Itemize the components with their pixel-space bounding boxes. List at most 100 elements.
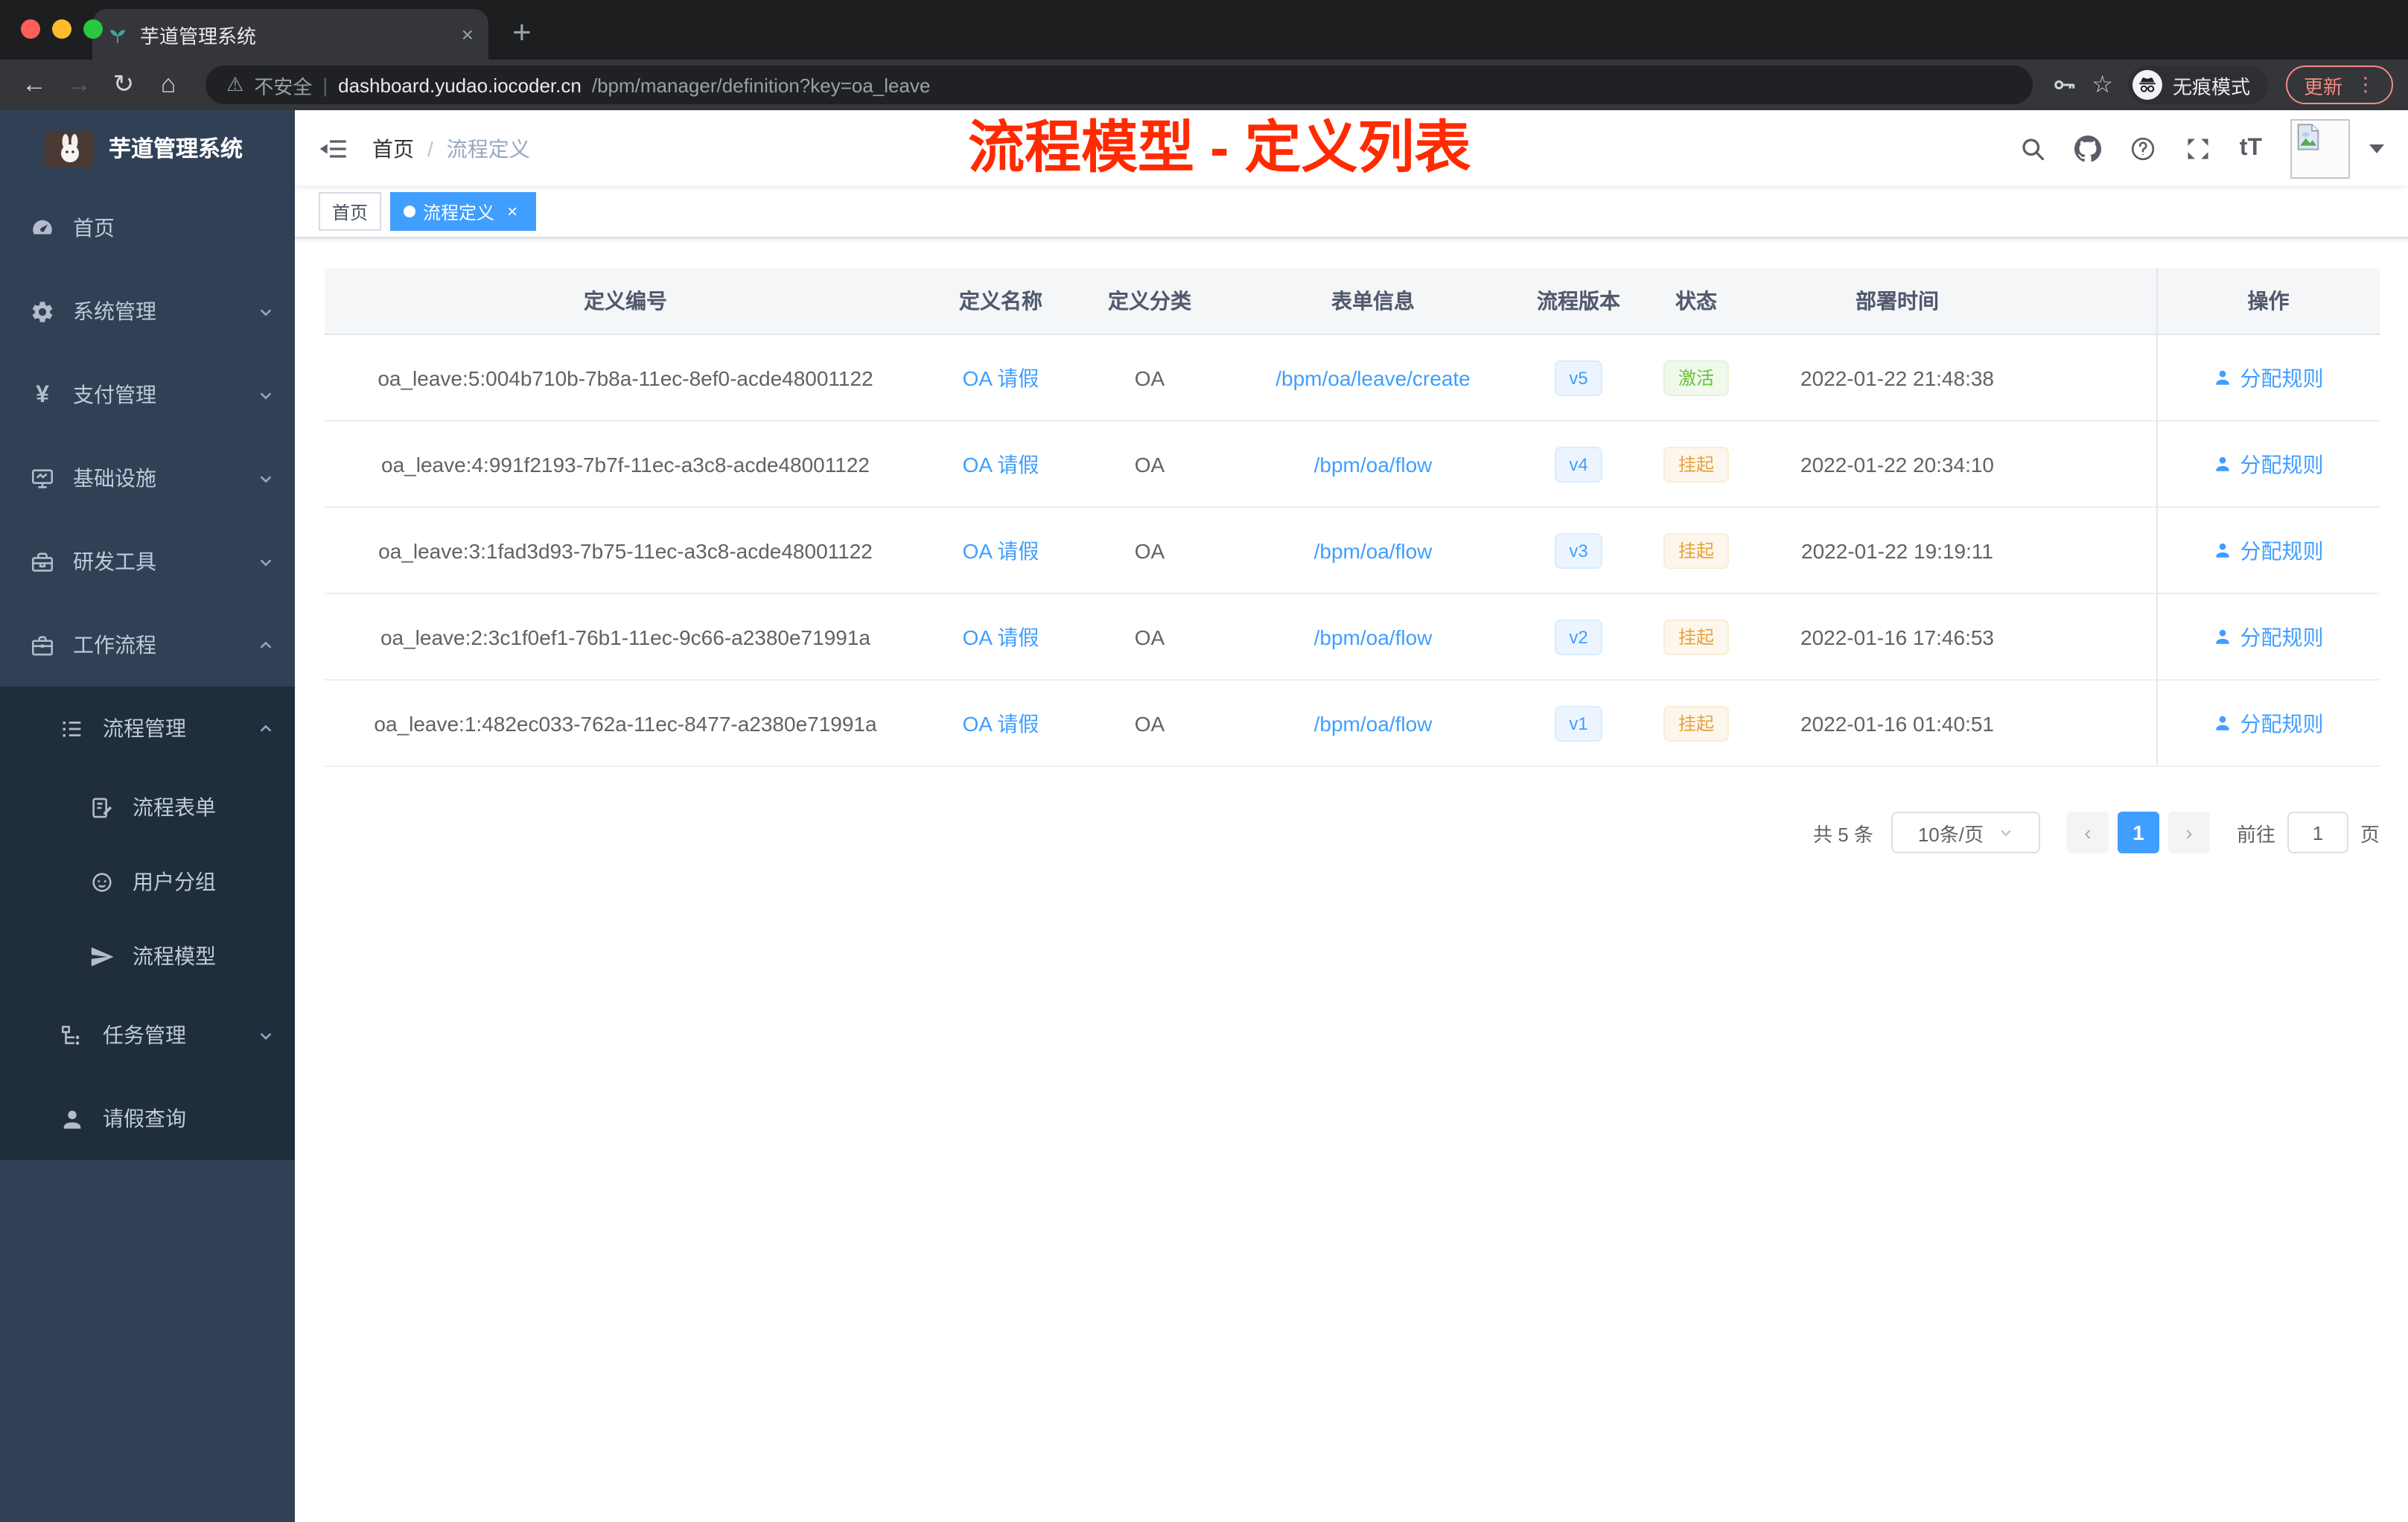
bookmark-star-icon[interactable]: ☆ — [2092, 70, 2113, 100]
monitor-icon — [30, 465, 55, 491]
form-link[interactable]: /bpm/oa/flow — [1314, 452, 1433, 476]
cell-deploy-time: 2022-01-22 19:19:11 — [1757, 507, 2037, 594]
new-tab-button[interactable]: + — [512, 16, 532, 49]
top-navbar: 首页 / 流程定义 流程模型 - 定义列表 tT — [295, 110, 2408, 186]
page-1-button[interactable]: 1 — [2117, 812, 2159, 853]
definition-name-link[interactable]: OA 请假 — [963, 538, 1039, 562]
sidebar-item-pay[interactable]: ¥ 支付管理 — [0, 353, 295, 436]
yen-icon: ¥ — [36, 382, 49, 407]
next-page-button[interactable]: › — [2167, 812, 2210, 853]
definition-name-link[interactable]: OA 请假 — [963, 366, 1039, 389]
col-header-category: 定义分类 — [1075, 268, 1224, 335]
fullscreen-icon[interactable] — [2185, 135, 2211, 162]
person-icon — [2216, 716, 2230, 730]
definition-name-link[interactable]: OA 请假 — [963, 711, 1039, 735]
sidebar-item-dev[interactable]: 研发工具 — [0, 520, 295, 603]
form-link[interactable]: /bpm/oa/flow — [1314, 538, 1433, 562]
cell-id: oa_leave:5:004b710b-7b8a-11ec-8ef0-acde4… — [325, 334, 926, 421]
password-key-icon[interactable] — [2050, 71, 2077, 98]
sidebar-item-process-form[interactable]: 流程表单 — [0, 770, 295, 844]
sidebar-item-home[interactable]: 首页 — [0, 186, 295, 270]
cell-category: OA — [1075, 593, 1224, 681]
breadcrumb-home[interactable]: 首页 — [372, 133, 414, 163]
table-header-row: 定义编号 定义名称 定义分类 表单信息 流程版本 状态 部署时间 操作 — [325, 268, 2380, 335]
sidebar-filler — [0, 1160, 295, 1522]
form-link[interactable]: /bpm/oa/flow — [1314, 625, 1433, 649]
definition-name-link[interactable]: OA 请假 — [963, 625, 1039, 649]
window-controls[interactable] — [21, 19, 103, 39]
help-icon[interactable] — [2130, 135, 2156, 162]
cell-category: OA — [1075, 680, 1224, 767]
goto-page: 前往 页 — [2237, 812, 2380, 853]
tag-close-icon[interactable]: × — [502, 201, 523, 222]
toolbox-icon — [30, 549, 55, 574]
back-icon[interactable]: ← — [15, 70, 54, 100]
page-size-select[interactable]: 10条/页 — [1891, 812, 2040, 853]
sidebar-item-infra[interactable]: 基础设施 — [0, 436, 295, 520]
status-badge: 激活 — [1663, 360, 1729, 395]
navbar-actions: tT — [2019, 118, 2384, 178]
tag-home[interactable]: 首页 — [319, 192, 382, 231]
browser-tab[interactable]: 芋道管理系统 × — [92, 9, 488, 60]
breadcrumb-separator: / — [427, 136, 433, 160]
sidebar-item-process-model[interactable]: 流程模型 — [0, 919, 295, 993]
pagination: 共 5 条 10条/页 ‹ 1 › 前往 页 — [325, 812, 2380, 853]
goto-page-input[interactable] — [2287, 812, 2348, 853]
assign-rule-link[interactable]: 分配规则 — [2214, 708, 2324, 738]
definition-name-link[interactable]: OA 请假 — [963, 452, 1039, 476]
font-size-icon[interactable]: tT — [2240, 135, 2262, 162]
maximize-window-button[interactable] — [83, 19, 103, 39]
forward-icon[interactable]: → — [60, 70, 98, 100]
cell-id: oa_leave:1:482ec033-762a-11ec-8477-a2380… — [325, 680, 926, 767]
document-edit-icon — [89, 795, 115, 820]
reload-icon[interactable]: ↻ — [104, 70, 143, 100]
status-badge: 挂起 — [1663, 532, 1729, 568]
sidebar-item-process-mgmt[interactable]: 流程管理 — [0, 687, 295, 770]
minimize-window-button[interactable] — [52, 19, 71, 39]
table-row: oa_leave:1:482ec033-762a-11ec-8477-a2380… — [325, 680, 2380, 767]
col-header-status: 状态 — [1635, 268, 1757, 335]
cell-id: oa_leave:3:1fad3d93-7b75-11ec-a3c8-acde4… — [325, 507, 926, 594]
robot-face-icon — [89, 869, 115, 894]
sidebar-item-user-group[interactable]: 用户分组 — [0, 844, 295, 919]
assign-rule-link[interactable]: 分配规则 — [2214, 449, 2324, 479]
url-host: dashboard.yudao.iocoder.cn — [338, 74, 582, 96]
dashboard-icon — [30, 215, 55, 241]
assign-rule-link[interactable]: 分配规则 — [2214, 535, 2324, 565]
close-window-button[interactable] — [21, 19, 40, 39]
github-icon[interactable] — [2074, 135, 2101, 162]
sidebar-item-system[interactable]: 系统管理 — [0, 270, 295, 353]
home-icon[interactable]: ⌂ — [149, 70, 188, 100]
assign-rule-link[interactable]: 分配规则 — [2214, 363, 2324, 392]
tab-close-icon[interactable]: × — [462, 22, 474, 46]
person-icon — [60, 1106, 85, 1131]
tag-label: 流程定义 — [423, 202, 495, 223]
avatar-dropdown-caret-icon[interactable] — [2369, 144, 2384, 153]
prev-page-button[interactable]: ‹ — [2066, 812, 2109, 853]
tag-current[interactable]: 流程定义 × — [390, 192, 537, 231]
sidebar-item-label: 用户分组 — [133, 870, 216, 894]
app-logo: 芋道管理系统 — [0, 110, 295, 186]
person-icon — [2216, 456, 2230, 471]
briefcase-icon — [30, 632, 55, 657]
tab-title: 芋道管理系统 — [140, 25, 257, 47]
address-bar[interactable]: ⚠ 不安全 | dashboard.yudao.iocoder.cn/bpm/m… — [206, 66, 2033, 104]
security-warning-icon[interactable]: ⚠ — [226, 73, 243, 97]
user-avatar-broken-image[interactable] — [2290, 118, 2350, 178]
page-size-value: 10条/页 — [1917, 823, 1984, 845]
cell-deploy-time: 2022-01-22 21:48:38 — [1757, 334, 2037, 421]
sidebar-item-workflow[interactable]: 工作流程 — [0, 603, 295, 687]
browser-update-button[interactable]: 更新 ⋮ — [2285, 66, 2393, 104]
assign-rule-link[interactable]: 分配规则 — [2214, 622, 2324, 652]
browser-menu-kebab-icon[interactable]: ⋮ — [2356, 73, 2375, 97]
sidebar-item-task-mgmt[interactable]: 任务管理 — [0, 993, 295, 1077]
search-icon[interactable] — [2019, 135, 2046, 162]
sidebar-item-leave-query[interactable]: 请假查询 — [0, 1077, 295, 1160]
cell-category: OA — [1075, 334, 1224, 421]
form-link[interactable]: /bpm/oa/leave/create — [1275, 366, 1471, 389]
sidebar-collapse-icon[interactable] — [319, 133, 348, 163]
browser-toolbar: ← → ↻ ⌂ ⚠ 不安全 | dashboard.yudao.iocoder.… — [0, 60, 2408, 110]
version-badge: v1 — [1554, 705, 1603, 741]
form-link[interactable]: /bpm/oa/flow — [1314, 711, 1433, 735]
sidebar-item-label: 基础设施 — [73, 466, 156, 490]
